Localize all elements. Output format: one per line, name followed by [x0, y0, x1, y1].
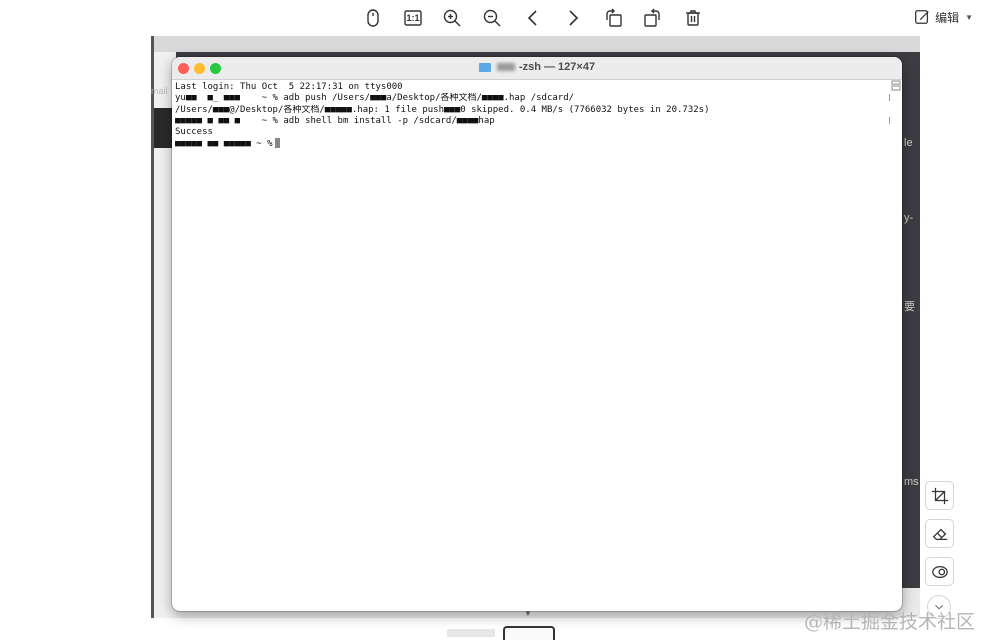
terminal-line: Last login: Thu Oct 5 22:17:31 on ttys00… [175, 82, 403, 92]
terminal-prompt: ■■■■■ ■■ ■■■■■ ~ % [175, 139, 273, 150]
thumbnail[interactable] [447, 629, 495, 637]
edit-button[interactable]: 编辑 ▼ [913, 8, 973, 26]
actual-size-label: 1:1 [406, 13, 420, 23]
terminal-title: -zsh — 127×47 [172, 61, 902, 73]
scroll-indicator[interactable] [890, 79, 902, 93]
caret-up-icon[interactable]: ▼ [524, 609, 532, 618]
terminal-line: yu■■ ■_ ■■■ ~ % adb push /Users/■■■a/Des… [175, 93, 575, 104]
background-fragment: le [904, 137, 913, 149]
background-fragment: ms [904, 476, 919, 488]
watermark: @稀土掘金技术社区 [803, 611, 975, 633]
zoom-in-icon[interactable] [439, 6, 465, 30]
edit-label: 编辑 [935, 10, 960, 25]
background-header [154, 36, 920, 52]
rotate-left-icon[interactable] [600, 6, 626, 30]
terminal-cursor [274, 138, 280, 149]
viewer-toolbar: 1:1 编辑 ▼ [0, 0, 981, 36]
background-fragment: 要 [904, 301, 915, 313]
background-fragment: mail [151, 86, 168, 96]
previous-icon[interactable] [520, 6, 546, 30]
redacted-text [496, 63, 515, 72]
crop-icon[interactable] [925, 481, 954, 510]
terminal-title-text: -zsh — 127×47 [518, 61, 596, 73]
terminal-line: ■■■■■ ■ ■■ ■ ~ % adb shell bm install -p… [175, 115, 495, 126]
terminal-prompt-line: ■■■■■ ■■ ■■■■■ ~ % [175, 138, 887, 149]
mosaic-icon[interactable] [925, 557, 954, 586]
rotate-right-icon[interactable] [640, 6, 666, 30]
terminal-line: Success [175, 127, 213, 138]
terminal-line: /Users/■■■@/Desktop/各种文档/■■■■■.hap: 1 fi… [175, 104, 710, 115]
background-fragment: y- [904, 212, 914, 224]
line-marker [887, 94, 890, 101]
eraser-icon[interactable] [925, 519, 954, 548]
chevron-down-icon: ▼ [965, 12, 973, 22]
terminal-window[interactable]: -zsh — 127×47 Last login: Thu Oct 5 22:1… [172, 57, 902, 611]
thumbnail-selected[interactable] [503, 626, 555, 640]
folder-icon [478, 62, 491, 72]
delete-icon[interactable] [680, 6, 706, 30]
line-marker [887, 117, 890, 124]
terminal-titlebar[interactable]: -zsh — 127×47 [172, 57, 902, 80]
mouse-icon[interactable] [360, 6, 386, 30]
edit-icon [915, 10, 929, 24]
actual-size-icon[interactable]: 1:1 [400, 6, 426, 30]
zoom-out-icon[interactable] [479, 6, 505, 30]
terminal-output[interactable]: Last login: Thu Oct 5 22:17:31 on ttys00… [175, 82, 887, 150]
next-icon[interactable] [560, 6, 586, 30]
